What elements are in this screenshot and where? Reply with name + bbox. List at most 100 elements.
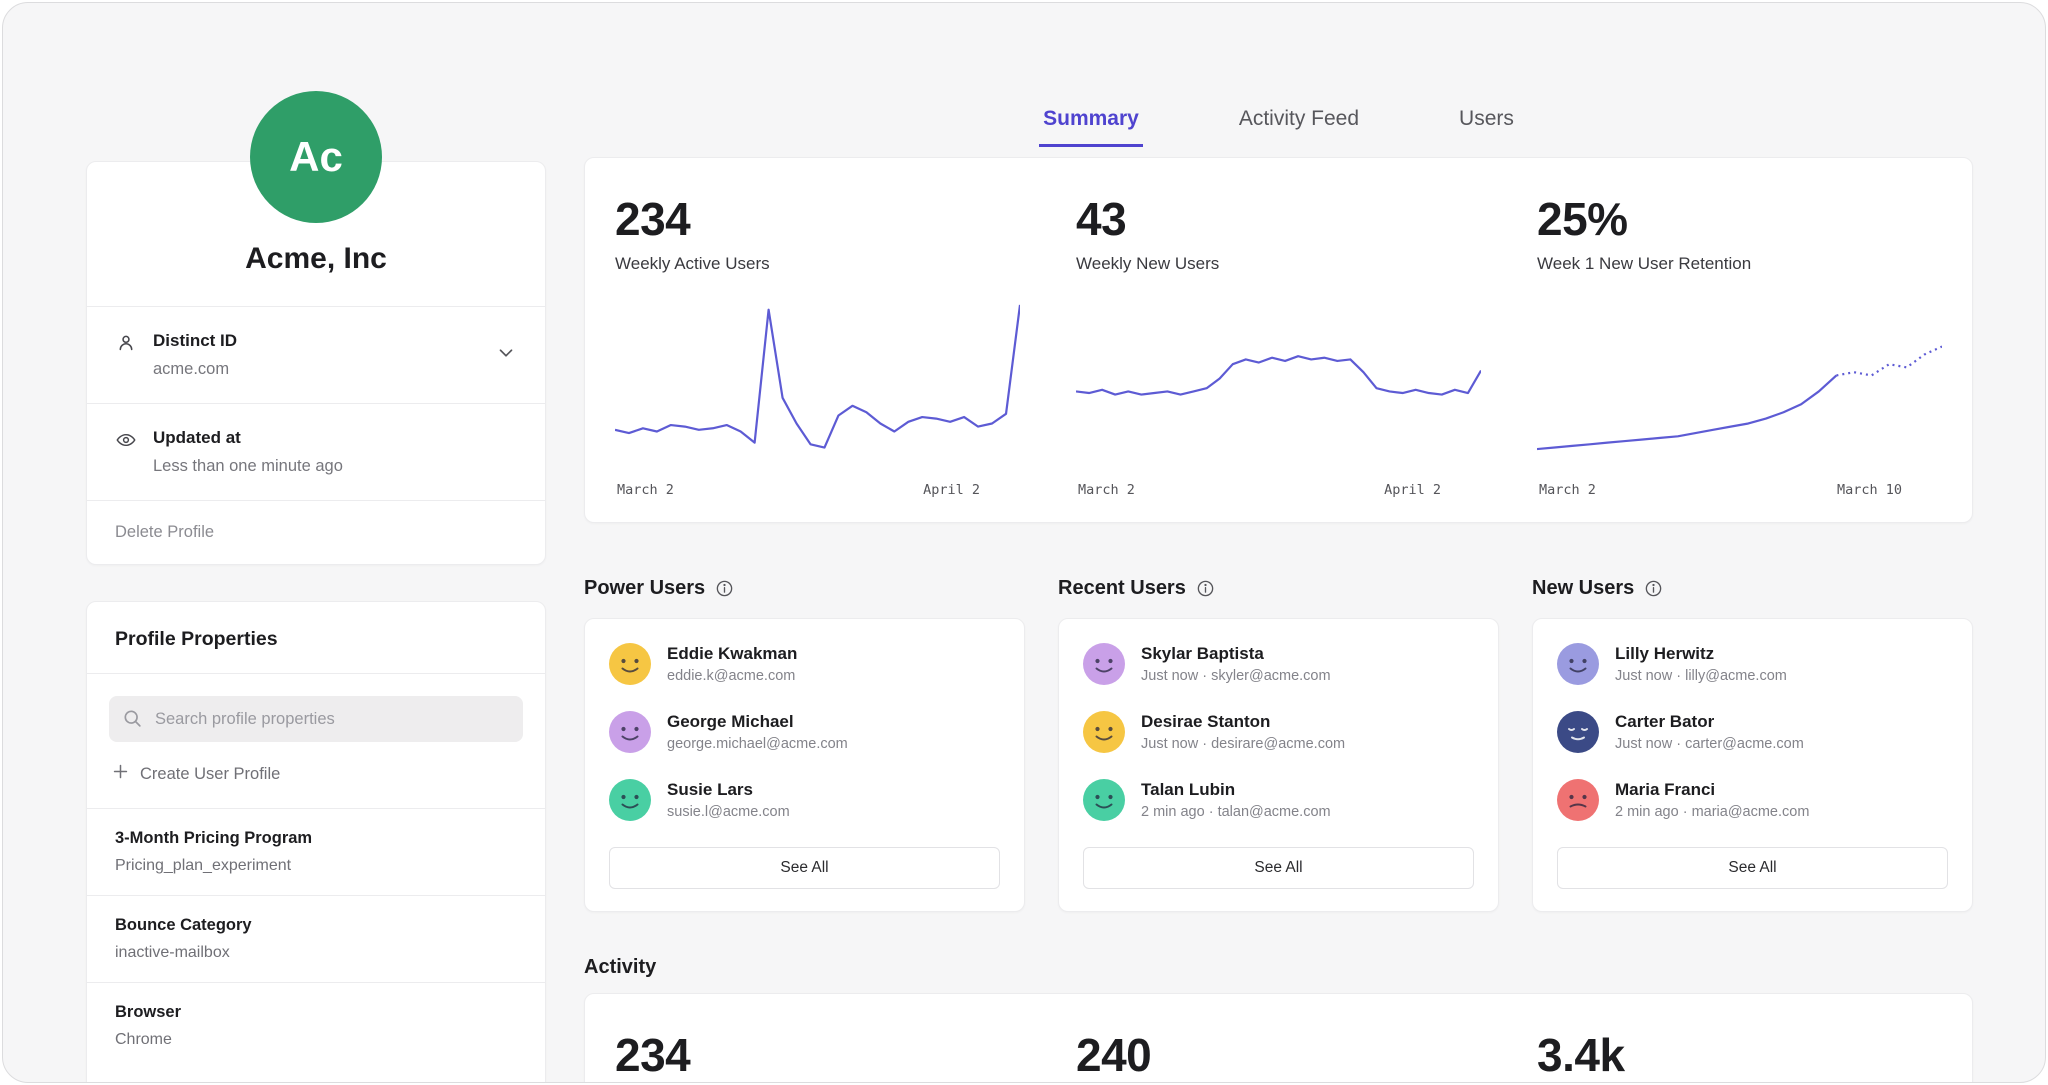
user-row[interactable]: Eddie Kwakman eddie.k@acme.com [609, 643, 1000, 685]
week1-retention-chart [1537, 296, 1942, 474]
new-users-card: Lilly Herwitz Just now · lilly@acme.com … [1532, 618, 1973, 912]
x-axis-labels: March 2 April 2 [615, 482, 1020, 498]
user-name: Talan Lubin [1141, 780, 1331, 800]
field-label: Distinct ID [153, 331, 237, 351]
user-name: George Michael [667, 712, 848, 732]
user-avatar [1557, 779, 1599, 821]
see-all-button[interactable]: See All [1557, 847, 1948, 889]
x-axis-start: March 2 [617, 482, 674, 498]
user-avatar [1557, 643, 1599, 685]
user-row[interactable]: George Michael george.michael@acme.com [609, 711, 1000, 753]
info-icon[interactable] [1196, 579, 1215, 598]
user-lists-row: Power Users Eddie Kwakman eddie.k@acme.c… [584, 577, 1973, 912]
info-icon[interactable] [1644, 579, 1663, 598]
smiley-face-icon [609, 643, 651, 685]
user-subtitle: Just now · skyler@acme.com [1141, 668, 1331, 684]
property-row[interactable]: 3-Month Pricing Program Pricing_plan_exp… [87, 808, 545, 895]
weekly-active-users-chart [615, 296, 1020, 474]
user-subtitle: 2 min ago · maria@acme.com [1615, 804, 1809, 820]
eye-icon [115, 429, 137, 456]
metric-label: Weekly New Users [1076, 254, 1481, 274]
activity-metric-value: 3.4k [1537, 1028, 1942, 1082]
search-input[interactable] [109, 696, 523, 742]
tab-users[interactable]: Users [1455, 107, 1518, 147]
x-axis-end: April 2 [923, 482, 980, 498]
see-all-button[interactable]: See All [1083, 847, 1474, 889]
new-users-title: New Users [1532, 577, 1634, 600]
see-all-button[interactable]: See All [609, 847, 1000, 889]
info-icon[interactable] [715, 579, 734, 598]
user-name: Maria Franci [1615, 780, 1809, 800]
smiley-face-icon [1557, 779, 1599, 821]
user-row[interactable]: Lilly Herwitz Just now · lilly@acme.com [1557, 643, 1948, 685]
activity-card: 234 240 3.4k [584, 993, 1973, 1083]
recent-users-title: Recent Users [1058, 577, 1186, 600]
smiley-face-icon [1083, 643, 1125, 685]
property-name: Browser [115, 1003, 517, 1022]
user-row[interactable]: Maria Franci 2 min ago · maria@acme.com [1557, 779, 1948, 821]
chevron-down-icon[interactable] [495, 342, 517, 369]
user-subtitle: eddie.k@acme.com [667, 668, 797, 684]
company-avatar-initials: Ac [289, 133, 343, 181]
distinct-id-row[interactable]: Distinct ID acme.com [87, 306, 545, 403]
user-name: Desirae Stanton [1141, 712, 1345, 732]
search-icon [122, 708, 143, 734]
app-frame: Ac Acme, Inc Distinct ID acme.com [2, 2, 2046, 1083]
user-subtitle: susie.l@acme.com [667, 804, 790, 820]
person-icon [115, 332, 137, 359]
main-content: Summary Activity Feed Users 234 Weekly A… [546, 3, 2045, 1082]
field-value: Less than one minute ago [153, 457, 343, 476]
user-row[interactable]: Carter Bator Just now · carter@acme.com [1557, 711, 1948, 753]
user-name: Eddie Kwakman [667, 644, 797, 664]
user-subtitle: Just now · lilly@acme.com [1615, 668, 1787, 684]
user-subtitle: 2 min ago · talan@acme.com [1141, 804, 1331, 820]
property-value: Chrome [115, 1031, 517, 1049]
sleepy-face-icon [1557, 711, 1599, 753]
recent-users-card: Skylar Baptista Just now · skyler@acme.c… [1058, 618, 1499, 912]
smiley-face-icon [609, 779, 651, 821]
metric-weekly-new-users: 43 Weekly New Users March 2 April 2 [1076, 192, 1481, 498]
delete-profile-button[interactable]: Delete Profile [87, 500, 545, 564]
recent-users-section: Recent Users Skylar Baptista Just now · … [1058, 577, 1499, 912]
profile-properties-title: Profile Properties [87, 602, 545, 673]
profile-sidebar: Ac Acme, Inc Distinct ID acme.com [86, 3, 546, 1082]
create-user-profile-button[interactable]: Create User Profile [87, 742, 545, 808]
power-users-title: Power Users [584, 577, 705, 600]
x-axis-labels: March 2 March 10 [1537, 482, 1942, 498]
weekly-new-users-chart [1076, 296, 1481, 474]
activity-heading: Activity [584, 956, 1973, 979]
smiley-face-icon [1083, 779, 1125, 821]
x-axis-end: March 10 [1837, 482, 1902, 498]
smiley-face-icon [1083, 711, 1125, 753]
new-users-section: New Users Lilly Herwitz Just now · lilly… [1532, 577, 1973, 912]
company-avatar: Ac [250, 91, 382, 223]
user-row[interactable]: Susie Lars susie.l@acme.com [609, 779, 1000, 821]
property-row[interactable]: Bounce Category inactive-mailbox [87, 895, 545, 982]
user-avatar [609, 643, 651, 685]
property-row[interactable]: Browser Chrome [87, 982, 545, 1069]
metric-value: 25% [1537, 192, 1942, 246]
user-name: Lilly Herwitz [1615, 644, 1787, 664]
tab-summary[interactable]: Summary [1039, 107, 1143, 147]
user-avatar [1083, 711, 1125, 753]
metric-label: Week 1 New User Retention [1537, 254, 1942, 274]
metric-value: 234 [615, 192, 1020, 246]
tab-activity-feed[interactable]: Activity Feed [1235, 107, 1363, 147]
user-subtitle: Just now · desirare@acme.com [1141, 736, 1345, 752]
power-users-section: Power Users Eddie Kwakman eddie.k@acme.c… [584, 577, 1025, 912]
metric-label: Weekly Active Users [615, 254, 1020, 274]
x-axis-labels: March 2 April 2 [1076, 482, 1481, 498]
user-row[interactable]: Skylar Baptista Just now · skyler@acme.c… [1083, 643, 1474, 685]
user-avatar [1557, 711, 1599, 753]
user-row[interactable]: Desirae Stanton Just now · desirare@acme… [1083, 711, 1474, 753]
property-value: inactive-mailbox [115, 944, 517, 962]
profile-properties-search [109, 696, 523, 742]
user-name: Carter Bator [1615, 712, 1804, 732]
user-subtitle: george.michael@acme.com [667, 736, 848, 752]
user-avatar [609, 711, 651, 753]
user-name: Skylar Baptista [1141, 644, 1331, 664]
user-row[interactable]: Talan Lubin 2 min ago · talan@acme.com [1083, 779, 1474, 821]
updated-at-row: Updated at Less than one minute ago [87, 403, 545, 500]
tab-bar: Summary Activity Feed Users [584, 107, 1973, 147]
plus-icon [111, 762, 130, 786]
